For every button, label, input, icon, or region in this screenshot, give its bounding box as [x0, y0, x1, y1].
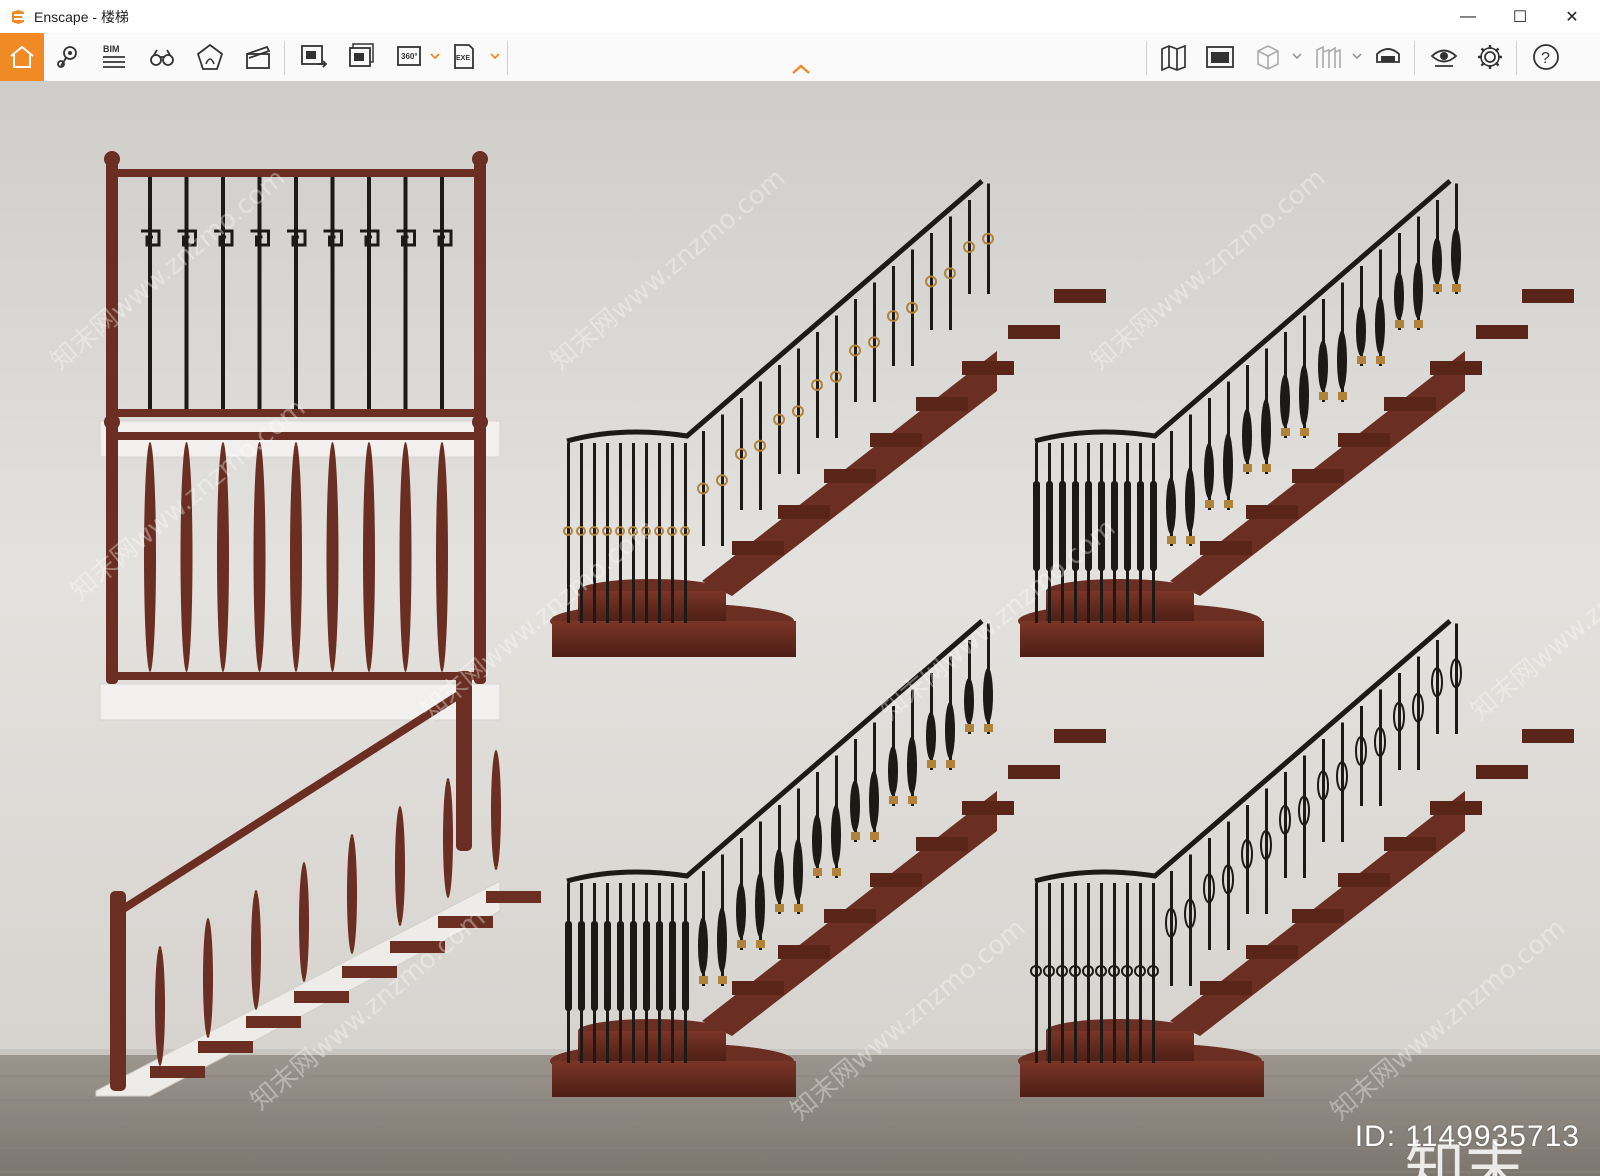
wall — [0, 81, 1600, 1071]
map-pin-icon — [57, 46, 77, 68]
map-button[interactable] — [1154, 37, 1194, 77]
staircase-scene: 知末网www.znzmo.com 知末网www.znzmo.com 知末网www.z… — [0, 81, 1600, 1176]
home-button[interactable] — [0, 33, 44, 81]
clapper-icon — [246, 45, 271, 69]
toolbar-separator — [1516, 41, 1517, 75]
model-id-label: ID: 1149935713 — [1354, 1120, 1580, 1153]
screenshot-button[interactable] — [294, 37, 334, 77]
bim-button[interactable]: BIM — [94, 37, 134, 77]
gear-icon — [1478, 45, 1502, 69]
eye-icon — [1430, 49, 1458, 67]
vr-icon — [1316, 45, 1341, 68]
panorama-icon: 360° — [397, 46, 421, 66]
atmosphere-icon — [196, 43, 224, 70]
asset-button[interactable] — [1248, 37, 1288, 77]
exe-export-icon: EXE — [454, 44, 474, 69]
exe-export-button[interactable]: EXE — [446, 37, 486, 77]
atmosphere-button[interactable] — [190, 37, 230, 77]
toolbar-separator — [284, 41, 285, 75]
maximize-button[interactable]: ☐ — [1494, 0, 1546, 33]
enscape-logo-icon — [12, 9, 24, 24]
render-window-button[interactable] — [1200, 37, 1240, 77]
toolbar-separator — [1146, 41, 1147, 75]
visual-settings-button[interactable] — [1424, 37, 1464, 77]
binoculars-icon — [150, 49, 174, 66]
toolbar-separator — [1414, 41, 1415, 75]
collapse-toolbar-icon[interactable] — [790, 62, 812, 76]
vr-button[interactable] — [1308, 37, 1348, 77]
svg-text:BIM: BIM — [103, 44, 120, 54]
headset-icon — [1376, 48, 1400, 63]
settings-button[interactable] — [1470, 37, 1510, 77]
headset-button[interactable] — [1368, 37, 1408, 77]
title-bar: Enscape - 楼梯 — [0, 0, 1600, 33]
chevron-down-icon[interactable] — [1352, 51, 1362, 61]
batch-export-icon — [349, 43, 374, 67]
home-icon — [10, 45, 34, 68]
minimize-button[interactable]: — — [1442, 0, 1494, 33]
help-button[interactable]: ? — [1526, 37, 1566, 77]
close-button[interactable]: ✕ — [1546, 0, 1598, 33]
chevron-down-icon[interactable] — [430, 51, 440, 61]
video-button[interactable] — [238, 37, 278, 77]
chevron-down-icon[interactable] — [1292, 51, 1302, 61]
svg-text:?: ? — [1541, 50, 1550, 67]
window-title: Enscape - 楼梯 — [34, 8, 129, 25]
chevron-down-icon[interactable] — [490, 51, 500, 61]
help-icon: ? — [1533, 44, 1559, 70]
box-icon — [1257, 45, 1279, 70]
batch-render-button[interactable] — [342, 37, 382, 77]
views-button[interactable] — [48, 37, 88, 77]
screenshot-export-icon — [301, 45, 328, 68]
toolbar-separator — [507, 41, 508, 75]
render-window-icon — [1206, 46, 1234, 68]
panorama-button[interactable]: 360° — [390, 37, 430, 77]
svg-text:360°: 360° — [401, 52, 418, 61]
svg-text:EXE: EXE — [456, 55, 470, 62]
navigate-button[interactable] — [142, 37, 182, 77]
map-icon — [1161, 44, 1186, 72]
bim-icon: BIM — [103, 44, 125, 68]
render-viewport[interactable]: 知末网www.znzmo.com 知末网www.znzmo.com 知末网www.z… — [0, 81, 1600, 1176]
